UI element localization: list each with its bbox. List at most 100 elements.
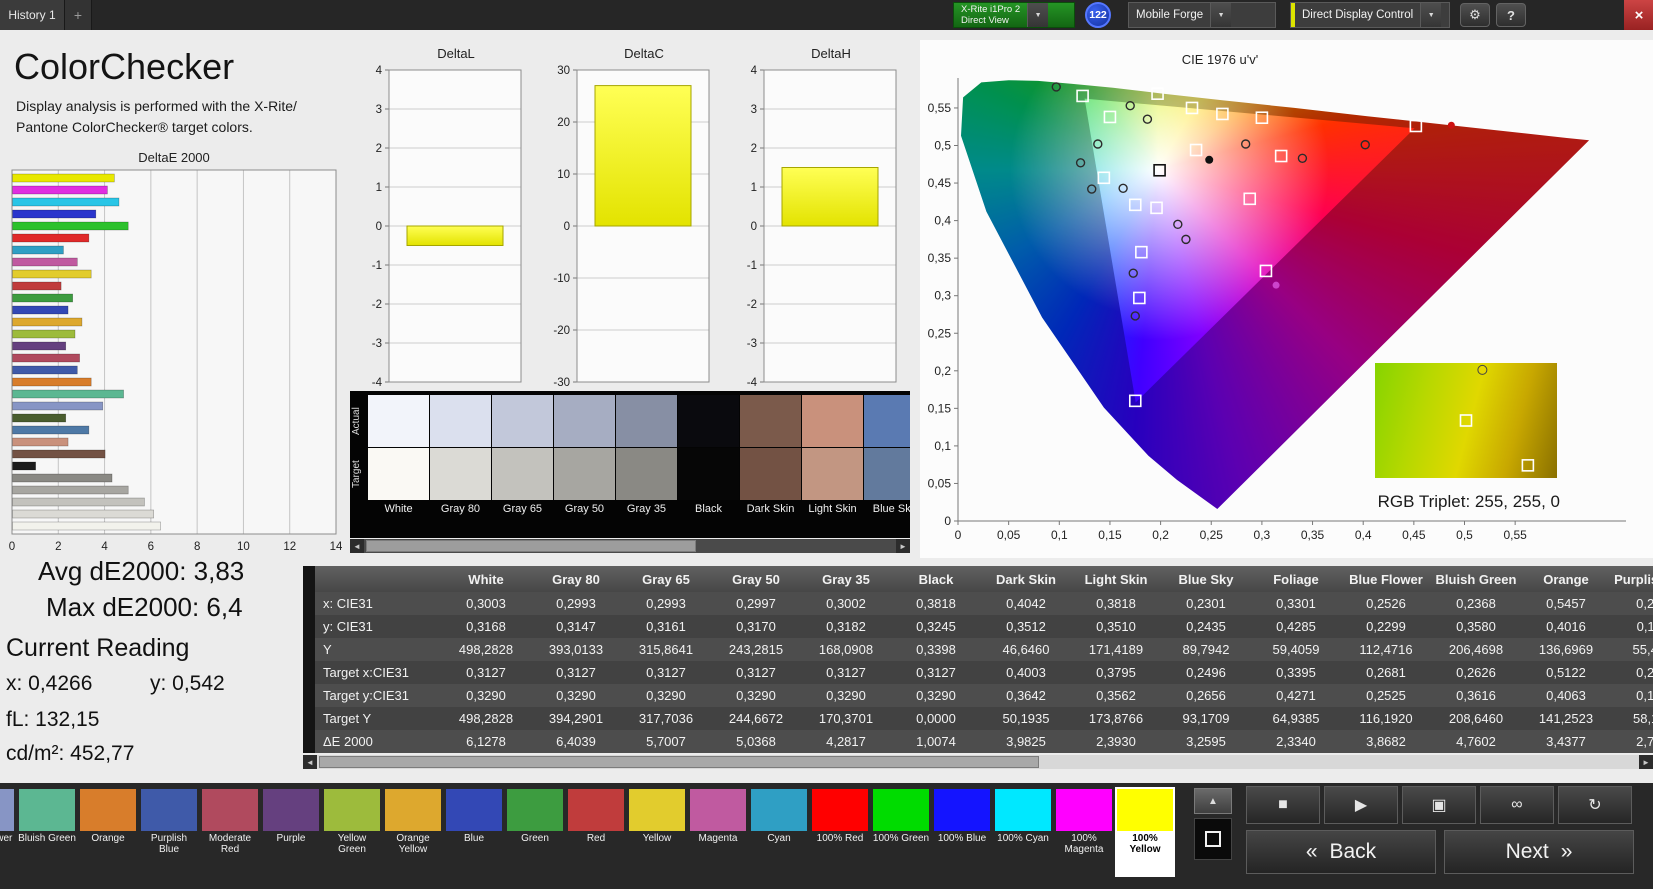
table-cell: 244,6672: [711, 707, 801, 730]
patch-label: Moderate Red: [208, 833, 252, 855]
swatch-label: Gray 50: [564, 503, 605, 515]
actual-swatch: [740, 395, 801, 447]
stop-button[interactable]: ■: [1246, 786, 1320, 824]
patch-label: Red: [586, 833, 606, 844]
svg-text:8: 8: [194, 541, 200, 553]
patch-purple[interactable]: Purple: [261, 787, 321, 877]
target-marker: [1274, 149, 1288, 163]
table-header-cell: Dark Skin: [981, 566, 1071, 592]
table-cell: 3,9825: [981, 730, 1071, 753]
top-bar: History 1 + X-Rite i1Pro 2 Direct View ▼…: [0, 0, 1653, 30]
help-button[interactable]: ?: [1496, 3, 1526, 27]
scroll-left-button[interactable]: ◄: [350, 539, 364, 553]
table-cell: 4,2817: [801, 730, 891, 753]
scrollbar-thumb[interactable]: [366, 540, 696, 552]
scroll-left-button[interactable]: ◄: [303, 755, 317, 769]
deltae-bar: [12, 425, 90, 435]
patch-moderate-red[interactable]: Moderate Red: [200, 787, 260, 877]
svg-text:-1: -1: [747, 260, 757, 272]
patch-red[interactable]: Red: [566, 787, 626, 877]
pattern-window-button[interactable]: ▣: [1402, 786, 1476, 824]
workflow-select[interactable]: Mobile Forge ▼: [1128, 2, 1276, 28]
back-label: Back: [1329, 840, 1377, 863]
chevron-down-icon[interactable]: ▼: [1027, 3, 1049, 27]
table-row-label: ΔE 2000: [315, 730, 441, 753]
patch-purplish-blue[interactable]: Purplish Blue: [139, 787, 199, 877]
patch-yellow-green[interactable]: Yellow Green: [322, 787, 382, 877]
settings-button[interactable]: ⚙: [1460, 3, 1490, 27]
next-button[interactable]: Next »: [1444, 830, 1634, 874]
scrollbar-thumb[interactable]: [319, 756, 1039, 768]
patch-scroll-up-button[interactable]: ▲: [1194, 788, 1232, 814]
table-cell: 0,2368: [1431, 592, 1521, 615]
target-marker: [1409, 119, 1423, 133]
patch-yellow[interactable]: Yellow: [627, 787, 687, 877]
scroll-right-button[interactable]: ►: [896, 539, 910, 553]
patch-swatch: [1056, 789, 1112, 831]
add-tab-button[interactable]: +: [65, 0, 92, 30]
magenta-dot: [1272, 281, 1280, 289]
table-cell: 0,3127: [801, 661, 891, 684]
svg-text:0: 0: [944, 514, 951, 528]
patch-100-blue[interactable]: 100% Blue: [932, 787, 992, 877]
continuous-button[interactable]: ∞: [1480, 786, 1554, 824]
chevron-down-icon[interactable]: ▼: [1420, 3, 1442, 27]
patch-swatch: [385, 789, 441, 831]
target-swatch: [492, 448, 553, 500]
table-cell: 46,6460: [981, 638, 1071, 661]
deltae2000-chart: DeltaE 2000 0 2 4 6 8 10 12 14: [6, 150, 342, 560]
actual-swatch: [802, 395, 863, 447]
table-cell: 0,2301: [1161, 592, 1251, 615]
patch-100-yellow[interactable]: 100% Yellow: [1115, 787, 1175, 877]
swatch-label: Blue Sky: [872, 503, 910, 515]
patch-orange[interactable]: Orange: [78, 787, 138, 877]
patch-cyan[interactable]: Cyan: [749, 787, 809, 877]
table-cell: 0,4063: [1521, 684, 1611, 707]
patch-orange-yellow[interactable]: Orange Yellow: [383, 787, 443, 877]
back-button[interactable]: « Back: [1246, 830, 1436, 874]
patch-100-cyan[interactable]: 100% Cyan: [993, 787, 1053, 877]
deltae2000-title: DeltaE 2000: [138, 150, 210, 165]
measured-marker: [1173, 219, 1183, 230]
target-swatch: [802, 448, 863, 500]
svg-text:0,4: 0,4: [1355, 528, 1372, 542]
deltae-bar: [12, 509, 154, 519]
pattern-window-button[interactable]: [1194, 818, 1232, 860]
tab-history-1[interactable]: History 1: [0, 0, 65, 30]
actual-swatch: [368, 395, 429, 447]
scroll-right-button[interactable]: ►: [1639, 755, 1653, 769]
patch-bluish-green[interactable]: Bluish Green: [17, 787, 77, 877]
patch-blue[interactable]: Blue: [444, 787, 504, 877]
table-cell: 168,0908: [801, 638, 891, 661]
table-cell: 0,3161: [621, 615, 711, 638]
chevron-down-icon[interactable]: ▼: [1210, 3, 1232, 27]
table-scrollbar[interactable]: ◄ ►: [303, 755, 1653, 769]
table-cell: 498,2828: [441, 638, 531, 661]
svg-text:0,25: 0,25: [1200, 528, 1224, 542]
avg-de2000: Avg dE2000: 3,83: [38, 556, 245, 586]
patch-100-red[interactable]: 100% Red: [810, 787, 870, 877]
play-button[interactable]: ▶: [1324, 786, 1398, 824]
deltae-bar: [12, 473, 113, 483]
deltaC-bar: [594, 85, 692, 227]
svg-text:0,45: 0,45: [928, 176, 952, 190]
display-control-select[interactable]: Direct Display Control ▼: [1290, 2, 1450, 28]
patch-100-magenta[interactable]: 100% Magenta: [1054, 787, 1114, 877]
svg-text:-2: -2: [372, 299, 382, 311]
table-header-cell: Orange: [1521, 566, 1611, 592]
svg-text:4: 4: [101, 541, 108, 553]
patch-100-green[interactable]: 100% Green: [871, 787, 931, 877]
refresh-button[interactable]: ↻: [1558, 786, 1632, 824]
patch-blue-flower[interactable]: Blue Flower: [0, 787, 16, 877]
swatch-columns: White Gray 80 Gray 65 Gray 50 Gray 35 Black Da…: [368, 395, 910, 519]
patch-green[interactable]: Green: [505, 787, 565, 877]
chevron-left-icon: «: [1305, 840, 1318, 863]
close-button[interactable]: ×: [1624, 0, 1653, 30]
deltae-bar: [12, 377, 92, 387]
cie-overlay: 0 0,05 0,1 0,15 0,2 0,25 0,3 0,35 0,4 0,45 0,5 0,55…: [928, 78, 1626, 542]
patch-magenta[interactable]: Magenta: [688, 787, 748, 877]
deltal-chart: DeltaL 4 3 2 1 0 -1 -2 -3 -4: [357, 46, 527, 391]
svg-text:-1: -1: [372, 260, 382, 272]
swatch-strip-scrollbar[interactable]: ◄ ►: [350, 539, 910, 553]
meter-select[interactable]: X-Rite i1Pro 2 Direct View ▼: [953, 2, 1075, 28]
